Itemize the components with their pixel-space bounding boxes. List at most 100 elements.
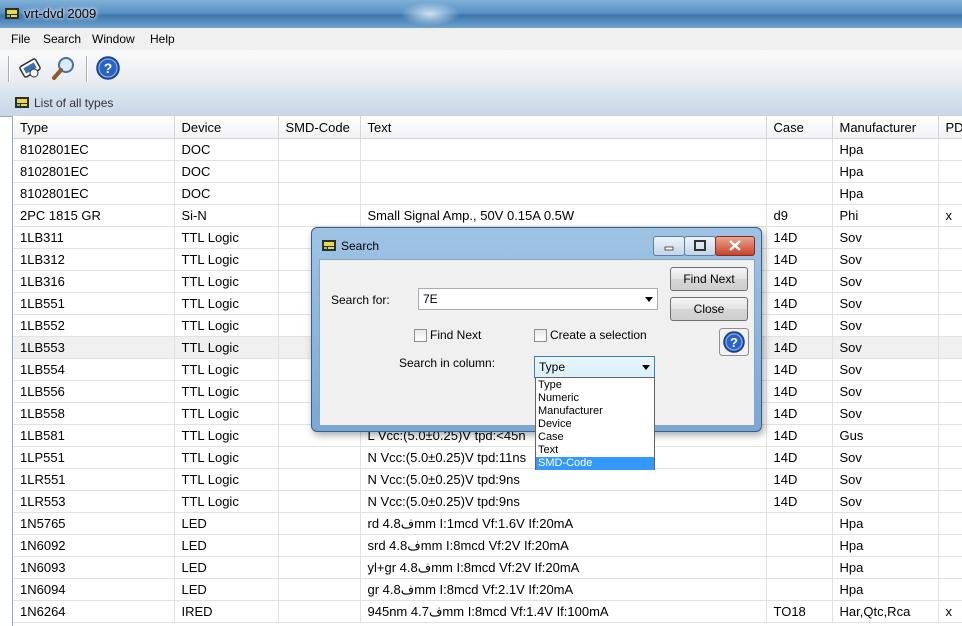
table-row[interactable]: 1N5765 LED rd 4.8فmm I:1mcd Vf:1.6V If:20m…	[13, 512, 962, 535]
table-row[interactable]: 1N6092 LED srd 4.8فmm I:8mcd Vf:2V If:20mA…	[13, 534, 962, 557]
table-cell: DOC	[174, 182, 279, 205]
chevron-down-icon[interactable]	[642, 365, 650, 370]
column-header[interactable]: PD	[938, 116, 962, 139]
table-cell: TTL Logic	[174, 446, 279, 469]
table-cell	[360, 182, 767, 205]
column-header[interactable]: Text	[360, 116, 767, 139]
table-row[interactable]: 8102801EC DOC Hpa	[13, 138, 962, 161]
close-window-button[interactable]	[715, 236, 755, 256]
toolbar: ?	[0, 50, 962, 89]
table-cell: DOC	[174, 138, 279, 161]
table-cell: 1LR551	[13, 468, 175, 491]
column-header[interactable]: Case	[766, 116, 833, 139]
table-cell: Hpa	[832, 534, 939, 557]
table-cell: TTL Logic	[174, 358, 279, 381]
table-row[interactable]: 1N6264 IRED 945nm 4.7فmm I:8mcd Vf:1.4V If…	[13, 600, 962, 623]
table-cell: Sov	[832, 336, 939, 359]
table-cell: Sov	[832, 270, 939, 293]
column-header[interactable]: Type	[13, 116, 175, 139]
table-row[interactable]: 1N6094 LED gr 4.8فmm I:8mcd Vf:2.1V If:20m…	[13, 578, 962, 601]
create-selection-label: Create a selection	[550, 328, 647, 342]
table-cell	[360, 138, 767, 161]
table-cell: 1N6092	[13, 534, 175, 557]
table-cell	[938, 534, 962, 557]
dropdown-option[interactable]: Manufacturer	[536, 405, 654, 418]
dropdown-option[interactable]: Device	[536, 418, 654, 431]
menu-help[interactable]: Help	[150, 32, 175, 46]
table-cell: TTL Logic	[174, 336, 279, 359]
column-select[interactable]: Type	[534, 356, 655, 378]
table-row[interactable]: 2PC 1815 GR Si-N Small Signal Amp., 50V 0.…	[13, 204, 962, 227]
table-cell: 8102801EC	[13, 138, 175, 161]
table-cell: TTL Logic	[174, 490, 279, 513]
table-cell: Sov	[832, 446, 939, 469]
maximize-icon	[694, 240, 706, 251]
table-cell: 14D	[766, 490, 833, 513]
help-icon[interactable]: ?	[719, 328, 749, 356]
table-row[interactable]: 8102801EC DOC Hpa	[13, 160, 962, 183]
minimize-button[interactable]	[653, 236, 685, 256]
table-row[interactable]: 1LP551 TTL Logic N Vcc:(5.0±0.25)V tpd:11n…	[13, 446, 962, 469]
table-cell: 1LB553	[13, 336, 175, 359]
search-in-column-label: Search in column:	[399, 356, 496, 370]
table-cell: 1N6093	[13, 556, 175, 579]
table-cell: 14D	[766, 380, 833, 403]
dropdown-option[interactable]: Text	[536, 444, 654, 457]
table-row[interactable]: 1LR553 TTL Logic N Vcc:(5.0±0.25)V tpd:9ns…	[13, 490, 962, 513]
table-cell	[278, 534, 361, 557]
table-cell: yl+gr 4.8فmm I:8mcd Vf:2V If:20mA	[360, 556, 767, 579]
table-cell: srd 4.8فmm I:8mcd Vf:2V If:20mA	[360, 534, 767, 557]
table-cell: TTL Logic	[174, 292, 279, 315]
chevron-down-icon[interactable]	[645, 297, 653, 302]
table-cell	[360, 160, 767, 183]
table-cell	[938, 336, 962, 359]
close-button[interactable]: Close	[670, 297, 748, 321]
table-cell: TO18	[766, 600, 833, 623]
dropdown-option[interactable]: SMD-Code	[536, 457, 654, 470]
svg-text:?: ?	[104, 60, 113, 76]
table-cell	[766, 578, 833, 601]
dropdown-option[interactable]: Case	[536, 431, 654, 444]
table-cell: 1N6094	[13, 578, 175, 601]
table-cell: d9	[766, 204, 833, 227]
table-cell: TTL Logic	[174, 468, 279, 491]
dropdown-option[interactable]: Numeric	[536, 392, 654, 405]
table-cell	[278, 182, 361, 205]
database-icon[interactable]	[16, 54, 44, 82]
column-header[interactable]: Device	[174, 116, 279, 139]
window-title: vrt-dvd 2009	[24, 6, 97, 21]
table-cell: 1LB581	[13, 424, 175, 447]
table-cell: Hpa	[832, 578, 939, 601]
table-cell: Sov	[832, 490, 939, 513]
table-cell: Hpa	[832, 138, 939, 161]
table-cell: 14D	[766, 468, 833, 491]
table-cell: 1LB554	[13, 358, 175, 381]
table-cell: Sov	[832, 314, 939, 337]
table-cell: 8102801EC	[13, 160, 175, 183]
find-next-button[interactable]: Find Next	[670, 267, 748, 291]
table-cell: 14D	[766, 270, 833, 293]
dropdown-option[interactable]: Type	[536, 379, 654, 392]
table-cell	[938, 468, 962, 491]
menu-search[interactable]: Search	[43, 32, 81, 46]
table-cell: IRED	[174, 600, 279, 623]
table-row[interactable]: 8102801EC DOC Hpa	[13, 182, 962, 205]
menu-window[interactable]: Window	[92, 32, 135, 46]
table-cell: 14D	[766, 446, 833, 469]
find-next-checkbox[interactable]	[414, 329, 427, 342]
search-input[interactable]: 7E	[418, 288, 658, 310]
table-row[interactable]: 1N6093 LED yl+gr 4.8فmm I:8mcd Vf:2V If:20…	[13, 556, 962, 579]
column-header[interactable]: Manufacturer	[832, 116, 939, 139]
table-cell: Phi	[832, 204, 939, 227]
table-cell	[938, 578, 962, 601]
title-bar: vrt-dvd 2009	[0, 0, 962, 28]
column-header[interactable]: SMD-Code	[278, 116, 361, 139]
help-icon[interactable]: ?	[94, 54, 122, 82]
menu-file[interactable]: File	[11, 32, 30, 46]
maximize-button[interactable]	[684, 236, 716, 256]
table-row[interactable]: 1LR551 TTL Logic N Vcc:(5.0±0.25)V tpd:9ns…	[13, 468, 962, 491]
search-value: 7E	[423, 292, 438, 306]
magnifier-icon[interactable]	[50, 54, 78, 82]
create-selection-checkbox[interactable]	[534, 329, 547, 342]
table-cell: x	[938, 600, 962, 623]
